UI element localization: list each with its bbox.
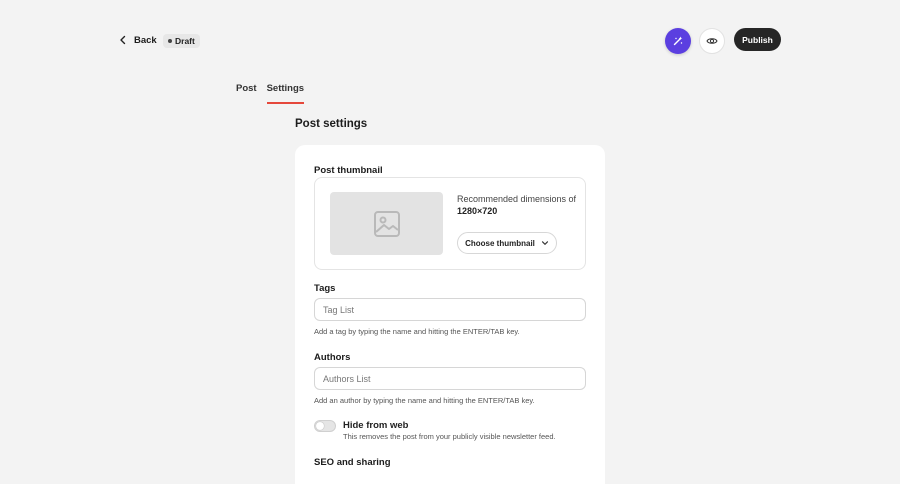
authors-input[interactable]: [314, 367, 586, 390]
page-title: Post settings: [295, 118, 368, 130]
recommended-dimensions-value: 1280×720: [457, 206, 498, 216]
choose-thumbnail-label: Choose thumbnail: [465, 238, 535, 248]
thumbnail-heading: Post thumbnail: [314, 165, 383, 176]
thumbnail-panel: Recommended dimensions of 1280×720 Choos…: [314, 177, 586, 270]
tab-post[interactable]: Post: [236, 82, 257, 104]
seo-sharing-heading: SEO and sharing: [314, 457, 391, 468]
hide-from-web-label: Hide from web: [343, 420, 409, 431]
editor-tabs: Post Settings: [236, 82, 305, 104]
back-label: Back: [134, 34, 157, 46]
publish-button[interactable]: Publish: [734, 28, 781, 51]
ai-assist-button[interactable]: [665, 28, 691, 54]
toggle-knob: [316, 422, 324, 430]
draft-label: Draft: [175, 36, 195, 46]
recommended-label: Recommended dimensions of: [457, 194, 577, 204]
tags-heading: Tags: [314, 283, 336, 294]
hide-from-web-description: This removes the post from your publicly…: [343, 432, 556, 441]
back-button[interactable]: Back: [118, 32, 157, 48]
preview-button[interactable]: [699, 28, 725, 54]
authors-hint: Add an author by typing the name and hit…: [314, 396, 535, 405]
draft-status-badge: Draft: [163, 34, 200, 48]
recommended-dimensions-text: Recommended dimensions of 1280×720: [457, 193, 582, 217]
image-icon: [373, 210, 400, 237]
tags-hint: Add a tag by typing the name and hitting…: [314, 327, 520, 336]
magic-wand-icon: [673, 36, 683, 46]
tab-settings[interactable]: Settings: [266, 82, 305, 104]
top-bar: Back Draft Publish: [0, 0, 900, 80]
eye-icon: [706, 38, 718, 44]
thumbnail-placeholder[interactable]: [330, 192, 443, 255]
hide-from-web-toggle[interactable]: [314, 420, 336, 432]
chevron-down-icon: [541, 241, 548, 245]
settings-card: Post thumbnail Recommended dimensions of…: [295, 145, 605, 484]
choose-thumbnail-button[interactable]: Choose thumbnail: [457, 232, 557, 254]
chevron-left-icon: [120, 35, 126, 45]
tags-input[interactable]: [314, 298, 586, 321]
authors-heading: Authors: [314, 352, 351, 363]
status-dot: [168, 39, 172, 43]
